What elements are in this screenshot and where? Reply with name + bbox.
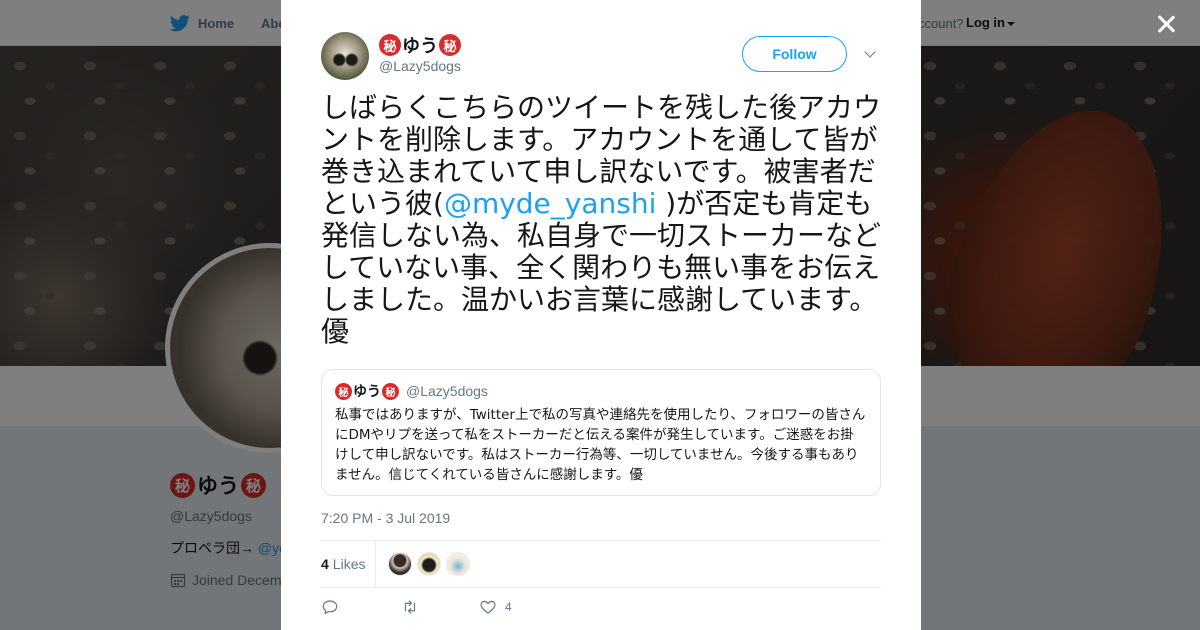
- secret-badge-icon: 秘: [335, 382, 352, 400]
- tweet-text: しばらくこちらのツイートを残した後アカウントを削除します。アカウントを通して皆が…: [321, 92, 887, 348]
- secret-badge-icon: 秘: [379, 34, 401, 56]
- follow-button[interactable]: Follow: [742, 36, 847, 72]
- quoted-tweet-text: 私事ではありますが、Twitter上で私の写真や連絡先を使用したり、フォロワーの…: [335, 407, 866, 483]
- quoted-author-handle: @Lazy5dogs: [406, 383, 488, 399]
- secret-badge-icon: 秘: [439, 34, 461, 56]
- quoted-author-name-text: ゆう: [353, 383, 381, 399]
- chevron-down-icon[interactable]: [863, 46, 879, 62]
- likes-count[interactable]: 4 Likes: [321, 541, 377, 587]
- likes-number: 4: [321, 556, 329, 572]
- quoted-author-name: 秘 ゆう 秘: [335, 381, 399, 401]
- reply-button[interactable]: [321, 598, 339, 616]
- liker-avatar[interactable]: [417, 552, 442, 576]
- tweet-author-handle[interactable]: @Lazy5dogs: [379, 58, 461, 74]
- tweet-stats: 4 Likes: [321, 540, 881, 588]
- tweet-timestamp[interactable]: 7:20 PM - 3 Jul 2019: [321, 510, 450, 526]
- tweet-modal: 秘 ゆう 秘 @Lazy5dogs Follow しばらくこちらのツイートを残し…: [281, 0, 921, 630]
- liker-avatar[interactable]: [388, 552, 413, 576]
- like-count: 4: [505, 600, 512, 614]
- tweet-author-name-text: ゆう: [402, 36, 438, 56]
- like-button[interactable]: 4: [479, 598, 512, 616]
- quoted-tweet[interactable]: 秘 ゆう 秘 @Lazy5dogs 私事ではありますが、Twitter上で私の写…: [321, 369, 881, 496]
- tweet-author-name[interactable]: 秘 ゆう 秘: [379, 32, 461, 58]
- likes-label: Likes: [332, 556, 366, 572]
- tweet-actions: 4: [321, 598, 512, 616]
- liker-avatar[interactable]: [446, 552, 471, 576]
- tweet-author-avatar[interactable]: [321, 32, 369, 80]
- reply-icon: [322, 600, 338, 614]
- retweet-icon: [404, 600, 416, 614]
- tweet-mention-link[interactable]: @myde_yanshi: [444, 187, 656, 220]
- close-icon[interactable]: [1154, 12, 1178, 36]
- likers-avatars: [388, 552, 471, 576]
- quoted-tweet-header: 秘 ゆう 秘 @Lazy5dogs: [335, 381, 867, 401]
- secret-badge-icon: 秘: [382, 382, 399, 400]
- retweet-button[interactable]: [401, 598, 419, 616]
- heart-icon: [480, 600, 496, 614]
